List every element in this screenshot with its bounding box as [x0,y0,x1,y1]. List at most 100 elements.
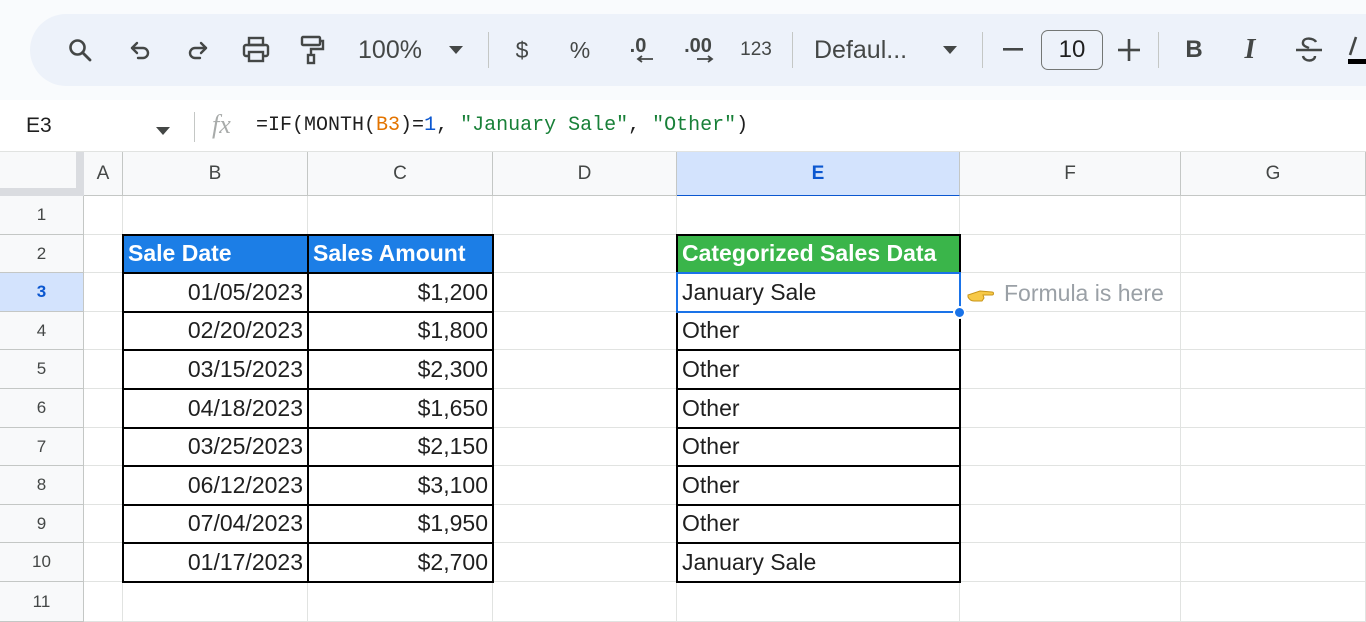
category-cell[interactable]: Other [676,427,961,467]
category-cell[interactable]: January Sale [676,542,961,583]
more-formats-button[interactable]: 123 [734,14,778,86]
sale-date-cell[interactable]: 01/17/2023 [122,542,309,583]
empty-cell[interactable] [493,582,677,622]
row-header-6[interactable]: 6 [0,389,84,428]
row-header-2[interactable]: 2 [0,235,84,273]
column-header-b[interactable]: B [123,152,308,196]
empty-cell[interactable] [493,466,677,505]
empty-cell[interactable] [1181,273,1366,312]
zoom-dropdown-icon[interactable] [444,14,468,86]
category-cell[interactable]: Other [676,504,961,544]
empty-cell[interactable] [960,235,1181,273]
empty-cell[interactable] [960,582,1181,622]
empty-cell[interactable] [84,389,123,428]
fill-handle[interactable] [953,306,966,319]
empty-cell[interactable] [493,543,677,582]
decrease-decimal-button[interactable]: .0 [618,14,658,86]
sales-amount-cell[interactable]: $3,100 [307,465,494,506]
empty-cell[interactable] [123,196,308,235]
row-header-3[interactable]: 3 [0,273,84,312]
empty-cell[interactable] [677,196,960,235]
empty-cell[interactable] [1181,466,1366,505]
empty-cell[interactable] [84,543,123,582]
empty-cell[interactable] [1181,582,1366,622]
header-categorized-sales[interactable]: Categorized Sales Data [676,234,961,274]
search-menus-icon[interactable] [60,14,100,86]
sale-date-cell[interactable]: 03/25/2023 [122,427,309,467]
empty-cell[interactable] [960,196,1181,235]
sale-date-cell[interactable]: 07/04/2023 [122,504,309,544]
column-header-f[interactable]: F [960,152,1181,196]
empty-cell[interactable] [960,428,1181,466]
empty-cell[interactable] [960,505,1181,543]
sales-amount-cell[interactable]: $1,800 [307,311,494,351]
sale-date-cell[interactable]: 02/20/2023 [122,311,309,351]
empty-cell[interactable] [960,543,1181,582]
sale-date-cell[interactable]: 01/05/2023 [122,272,309,313]
italic-button[interactable]: I [1236,14,1264,86]
empty-cell[interactable] [1181,505,1366,543]
empty-cell[interactable] [1181,350,1366,389]
sales-amount-cell[interactable]: $2,150 [307,427,494,467]
sale-date-cell[interactable]: 04/18/2023 [122,388,309,429]
sale-date-cell[interactable]: 03/15/2023 [122,349,309,390]
increase-decimal-button[interactable]: .00 [676,14,720,86]
column-header-e[interactable]: E [677,152,960,196]
empty-cell[interactable] [308,196,493,235]
text-color-icon[interactable] [1346,14,1366,86]
empty-cell[interactable] [960,350,1181,389]
empty-cell[interactable] [84,505,123,543]
row-header-9[interactable]: 9 [0,505,84,543]
empty-cell[interactable] [84,196,123,235]
empty-cell[interactable] [84,312,123,350]
empty-cell[interactable] [84,235,123,273]
row-header-4[interactable]: 4 [0,312,84,350]
empty-cell[interactable] [1181,235,1366,273]
column-header-g[interactable]: G [1181,152,1366,196]
row-header-7[interactable]: 7 [0,428,84,466]
sales-amount-cell[interactable]: $1,650 [307,388,494,429]
category-cell[interactable]: Other [676,311,961,351]
zoom-select[interactable]: 100% [352,14,428,86]
font-size-input[interactable]: 10 [1041,30,1103,70]
sales-amount-cell[interactable]: $1,200 [307,272,494,313]
category-cell[interactable]: Other [676,465,961,506]
redo-icon[interactable] [180,14,216,86]
strikethrough-icon[interactable] [1292,14,1326,86]
empty-cell[interactable] [84,428,123,466]
empty-cell[interactable] [960,312,1181,350]
undo-icon[interactable] [122,14,158,86]
empty-cell[interactable] [960,389,1181,428]
empty-cell[interactable] [308,582,493,622]
category-cell[interactable]: Other [676,349,961,390]
empty-cell[interactable] [1181,312,1366,350]
bold-button[interactable]: B [1180,14,1208,86]
select-all-corner[interactable] [0,152,84,196]
name-box-dropdown-icon[interactable] [156,122,170,140]
empty-cell[interactable] [84,466,123,505]
empty-cell[interactable] [493,196,677,235]
empty-cell[interactable] [677,582,960,622]
sales-amount-cell[interactable]: $2,300 [307,349,494,390]
percent-format-button[interactable]: % [564,14,596,86]
header-sale-date[interactable]: Sale Date [122,234,309,274]
empty-cell[interactable] [1181,543,1366,582]
category-cell[interactable]: Other [676,388,961,429]
decrease-font-size-icon[interactable] [1000,14,1026,86]
sales-amount-cell[interactable]: $1,950 [307,504,494,544]
column-header-d[interactable]: D [493,152,677,196]
empty-cell[interactable] [84,273,123,312]
name-box[interactable]: E3 [26,114,52,138]
empty-cell[interactable] [493,389,677,428]
empty-cell[interactable] [493,235,677,273]
print-icon[interactable] [236,14,276,86]
category-cell-selected[interactable]: January Sale [676,272,961,313]
column-header-c[interactable]: C [308,152,493,196]
sales-amount-cell[interactable]: $2,700 [307,542,494,583]
sale-date-cell[interactable]: 06/12/2023 [122,465,309,506]
row-header-1[interactable]: 1 [0,196,84,235]
formula-input[interactable]: =IF(MONTH(B3)=1, "January Sale", "Other"… [256,114,748,137]
empty-cell[interactable] [493,312,677,350]
empty-cell[interactable] [1181,389,1366,428]
row-header-8[interactable]: 8 [0,466,84,505]
